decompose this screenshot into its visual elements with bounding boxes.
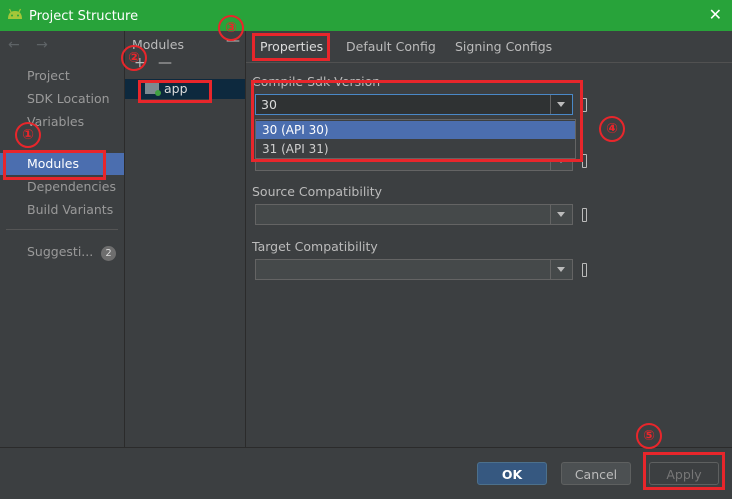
- target-compat-label: Target Compatibility: [252, 239, 378, 254]
- annotation-number-4: ④: [599, 116, 625, 142]
- suggestions-label: Suggesti...: [27, 244, 94, 259]
- nav-item-sdk-location[interactable]: SDK Location: [0, 88, 124, 110]
- nav-divider: [6, 229, 118, 230]
- annotation-number-3: ③: [218, 15, 244, 41]
- cancel-button[interactable]: Cancel: [561, 462, 631, 485]
- annotation-box-sdk-dropdown: [251, 80, 583, 162]
- variable-binding-icon[interactable]: [582, 208, 587, 222]
- nav-item-build-variants[interactable]: Build Variants: [0, 199, 124, 221]
- dialog-footer: OK Cancel Apply: [0, 447, 732, 499]
- annotation-box-apply: [643, 452, 725, 490]
- annotation-number-5: ⑤: [636, 423, 662, 449]
- close-icon[interactable]: ✕: [709, 7, 722, 23]
- ok-button[interactable]: OK: [477, 462, 547, 485]
- remove-module-button[interactable]: —: [158, 55, 172, 71]
- window-title: Project Structure: [29, 9, 139, 24]
- annotation-box-properties-tab: [252, 33, 330, 61]
- annotation-number-2: ②: [121, 45, 147, 71]
- back-forward-arrows[interactable]: ← →: [8, 37, 54, 53]
- tab-signing-configs[interactable]: Signing Configs: [455, 39, 552, 54]
- target-compat-combo[interactable]: [255, 259, 573, 280]
- annotation-box-app: [138, 80, 212, 103]
- target-compat-dropdown-button[interactable]: [550, 260, 572, 279]
- source-compat-combo[interactable]: [255, 204, 573, 225]
- variable-binding-icon[interactable]: [582, 263, 587, 277]
- tab-default-config[interactable]: Default Config: [346, 39, 436, 54]
- source-compat-label: Source Compatibility: [252, 184, 383, 199]
- chevron-down-icon: [557, 212, 565, 217]
- android-logo-icon: [8, 8, 22, 19]
- nav-item-suggestions[interactable]: Suggesti... 2: [0, 241, 124, 263]
- suggestions-count-badge: 2: [101, 246, 116, 261]
- title-bar: Project Structure ✕: [0, 0, 732, 31]
- chevron-down-icon: [557, 267, 565, 272]
- annotation-number-1: ①: [15, 122, 41, 148]
- source-compat-dropdown-button[interactable]: [550, 205, 572, 224]
- nav-item-project[interactable]: Project: [0, 65, 124, 87]
- annotation-box-modules: [3, 150, 106, 180]
- settings-nav: ← → Project SDK Location Variables Modul…: [0, 31, 125, 447]
